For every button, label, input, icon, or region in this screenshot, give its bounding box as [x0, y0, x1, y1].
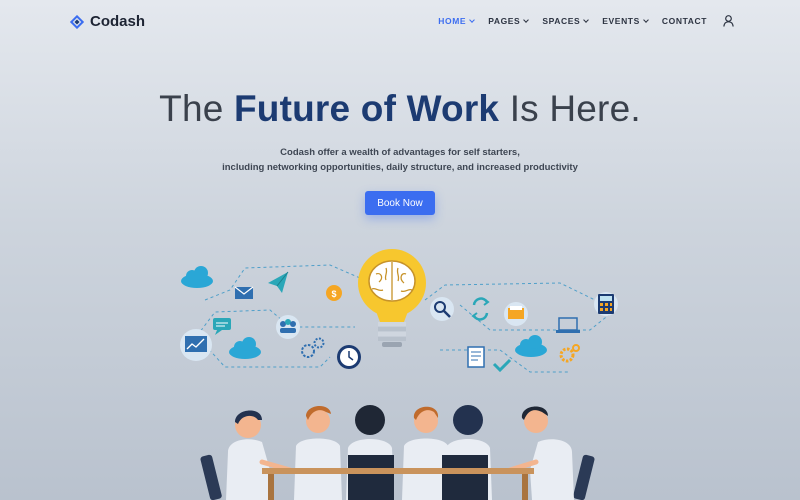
nav-item-home[interactable]: HOME — [438, 16, 476, 26]
hero-subtitle: Codash offer a wealth of advantages for … — [0, 145, 800, 175]
person-figure — [226, 410, 293, 500]
cloud-icon — [515, 335, 547, 357]
hero-title-post: Is Here. — [509, 88, 641, 129]
book-now-button[interactable]: Book Now — [365, 191, 435, 215]
nav-item-pages[interactable]: PAGES — [488, 16, 530, 26]
nav-item-contact[interactable]: CONTACT — [662, 16, 707, 26]
hero-title-accent: Future of Work — [234, 88, 500, 129]
brand[interactable]: Codash — [70, 13, 145, 30]
nav-item-label: HOME — [438, 16, 467, 26]
clock-icon — [337, 345, 361, 369]
chevron-down-icon — [583, 16, 590, 23]
cloud-icon — [181, 266, 213, 288]
nav-item-spaces[interactable]: SPACES — [542, 16, 590, 26]
hero-subtitle-line: including networking opportunities, dail… — [222, 162, 578, 173]
nav-item-events[interactable]: EVENTS — [602, 16, 649, 26]
lightbulb-icon — [358, 249, 426, 347]
folder-icon — [504, 302, 528, 326]
person-figure — [507, 406, 574, 500]
checkmark-icon — [492, 358, 512, 373]
hero-title: The Future of Work Is Here. — [0, 88, 800, 130]
laptop-icon — [556, 317, 580, 333]
chat-icon — [213, 318, 231, 335]
brand-name: Codash — [90, 13, 146, 30]
refresh-icon — [471, 297, 490, 321]
document-icon — [467, 346, 485, 368]
navbar: Codash HOME PAGES SPACES EVENTS CONTACT — [0, 0, 800, 44]
nav-item-label: EVENTS — [602, 16, 640, 26]
brain-icon — [368, 260, 416, 302]
nav-item-label: SPACES — [542, 16, 581, 26]
person-figure — [294, 405, 342, 500]
magnifier-icon — [430, 297, 454, 321]
calculator-icon — [594, 292, 618, 316]
gears-icon — [301, 337, 325, 358]
nav-item-label: CONTACT — [661, 16, 707, 26]
cloud-icon — [229, 337, 261, 359]
coin-icon: $ — [326, 285, 342, 301]
svg-text:$: $ — [331, 289, 336, 299]
hero-subtitle-line: Codash offer a wealth of advantages for … — [280, 147, 520, 158]
chevron-down-icon — [523, 16, 530, 23]
chevron-down-icon — [643, 16, 649, 23]
paper-plane-icon — [268, 271, 289, 293]
main-nav: HOME PAGES SPACES EVENTS CONTACT — [424, 15, 734, 27]
hero-title-pre: The — [159, 88, 224, 129]
team-icon — [276, 315, 300, 339]
chevron-down-icon — [469, 16, 476, 23]
diamond-logo-icon — [70, 14, 84, 29]
hero-illustration: $ — [180, 249, 618, 500]
chart-board-icon — [180, 329, 212, 361]
envelope-icon — [234, 286, 254, 299]
team-meeting-illustration — [200, 405, 595, 500]
gear-icon — [559, 344, 580, 363]
user-icon[interactable] — [723, 15, 734, 27]
nav-item-label: PAGES — [488, 16, 521, 26]
